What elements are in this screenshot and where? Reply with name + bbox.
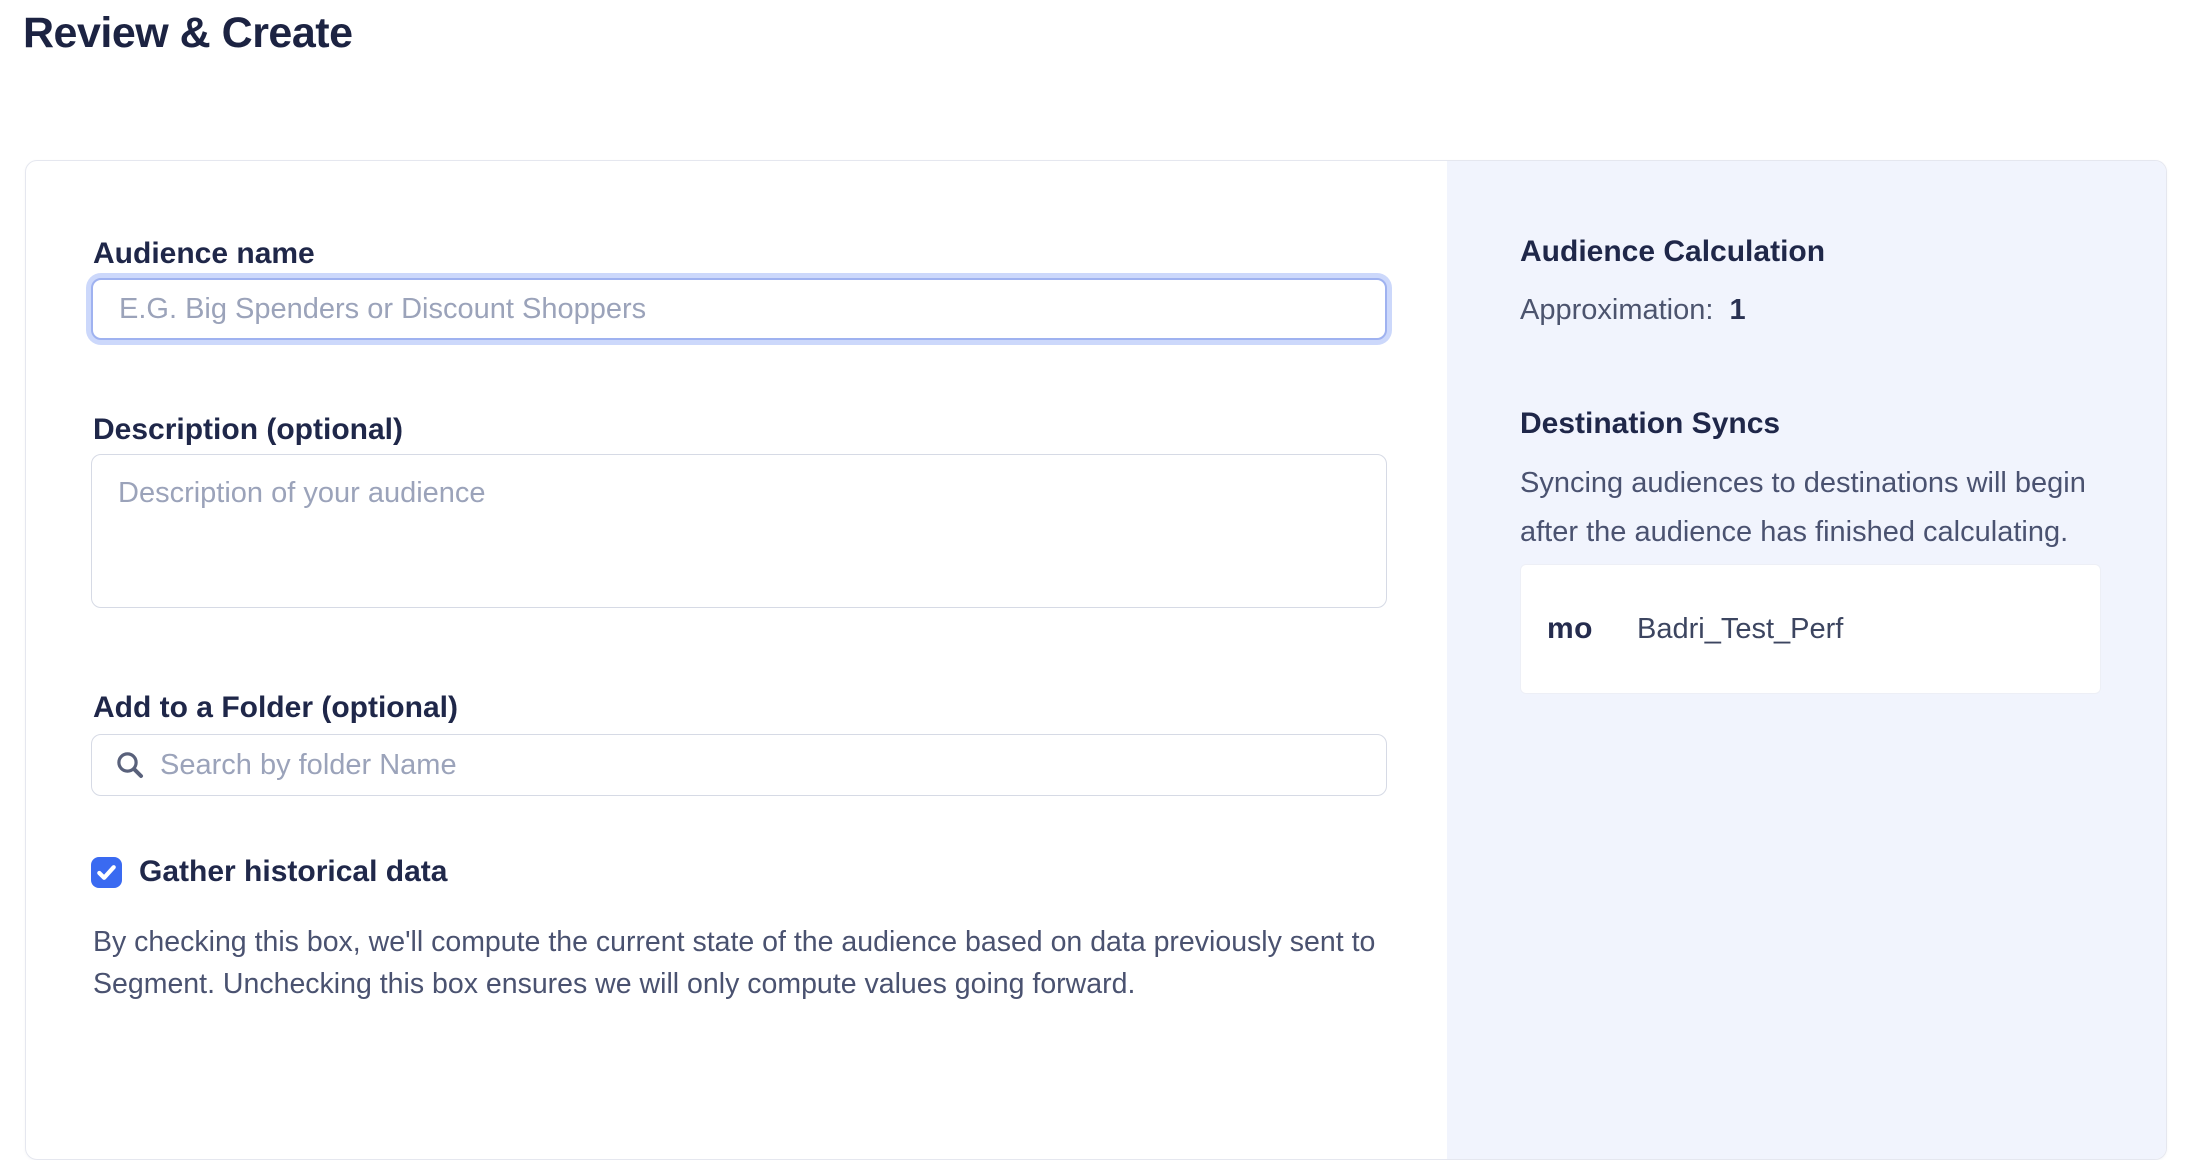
destination-syncs-heading: Destination Syncs: [1520, 405, 1780, 443]
destination-logo-mo: mo: [1547, 612, 1593, 646]
gather-historical-label[interactable]: Gather historical data: [139, 855, 447, 889]
approximation-value: 1: [1730, 294, 1746, 326]
destination-name: Badri_Test_Perf: [1637, 613, 1843, 646]
approximation-row: Approximation: 1: [1520, 291, 1746, 329]
audience-name-label: Audience name: [93, 235, 315, 273]
form-column: Audience name Description (optional) Add…: [91, 161, 1387, 1159]
description-textarea[interactable]: [91, 454, 1387, 608]
description-label: Description (optional): [93, 411, 403, 449]
audience-calculation-heading: Audience Calculation: [1520, 233, 1825, 271]
summary-sidebar: Audience Calculation Approximation: 1 De…: [1447, 161, 2167, 1159]
destination-sync-item[interactable]: mo Badri_Test_Perf: [1520, 564, 2101, 694]
destination-syncs-description: Syncing audiences to destinations will b…: [1520, 459, 2120, 557]
folder-search-box[interactable]: [91, 734, 1387, 796]
page-title: Review & Create: [23, 8, 353, 58]
review-create-card: Audience name Description (optional) Add…: [25, 160, 2167, 1160]
search-icon: [114, 749, 146, 781]
historical-help-text: By checking this box, we'll compute the …: [93, 921, 1403, 1005]
folder-label: Add to a Folder (optional): [93, 689, 458, 727]
gather-historical-checkbox[interactable]: [91, 857, 122, 888]
checkmark-icon: [95, 861, 118, 884]
approximation-label: Approximation:: [1520, 294, 1713, 326]
audience-name-input[interactable]: [91, 278, 1387, 340]
folder-search-input[interactable]: [146, 735, 1386, 795]
